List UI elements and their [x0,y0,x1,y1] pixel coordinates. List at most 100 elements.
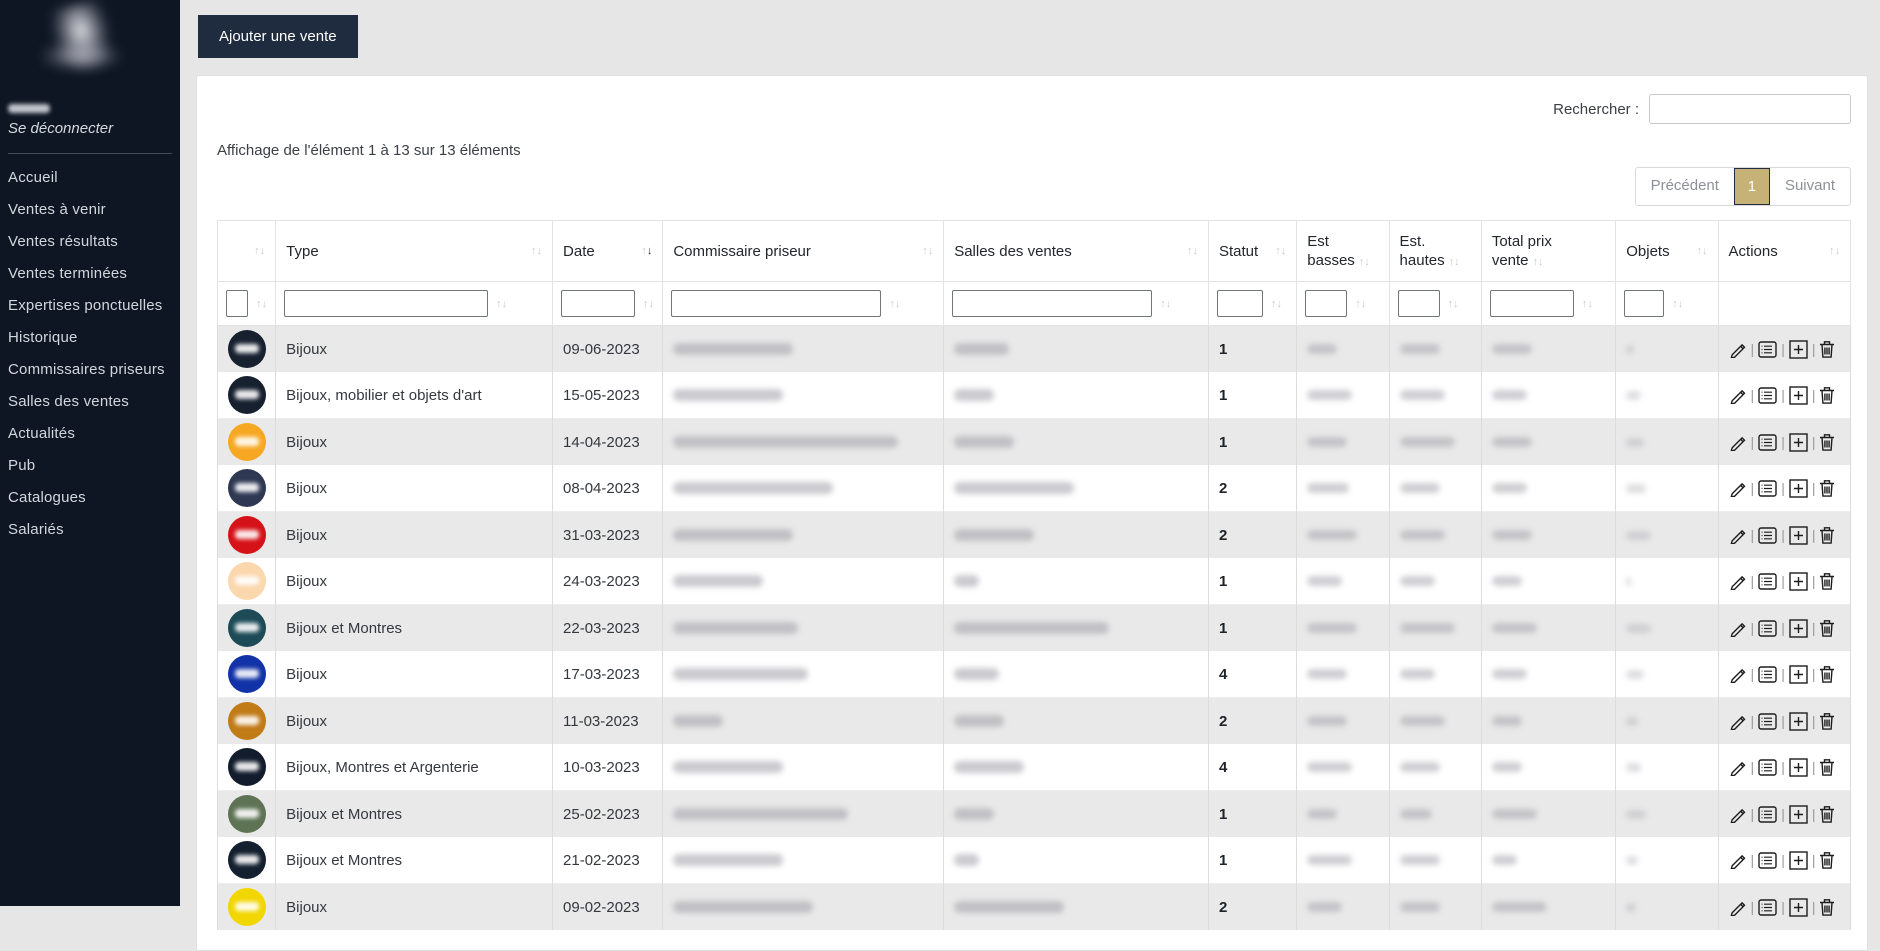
add-icon[interactable] [1789,897,1808,917]
delete-icon[interactable] [1819,619,1835,637]
sort-arrows-icon[interactable]: ↑↓ [1449,256,1460,268]
sort-arrows-icon[interactable]: ↑↓ [1355,298,1366,310]
next-page-button[interactable]: Suivant [1770,168,1850,205]
sidebar-item-historique[interactable]: Historique [8,322,180,354]
add-icon[interactable] [1789,432,1808,452]
sidebar-item-commissaires-priseurs[interactable]: Commissaires priseurs [8,354,180,386]
add-icon[interactable] [1789,525,1808,545]
delete-icon[interactable] [1819,898,1835,916]
detail-icon[interactable] [1758,758,1777,776]
sort-arrows-icon[interactable]: ↑↓ [641,245,652,257]
sidebar-item-expertises-ponctuelles[interactable]: Expertises ponctuelles [8,290,180,322]
column-header-salles-des-ventes[interactable]: Salles des ventes ↑↓ [943,220,1209,282]
edit-icon[interactable] [1729,526,1747,544]
sidebar-item-salles-des-ventes[interactable]: Salles des ventes [8,386,180,418]
current-page-button[interactable]: 1 [1733,168,1770,205]
detail-icon[interactable] [1758,340,1777,358]
sort-arrows-icon[interactable]: ↑↓ [1187,245,1198,257]
filter-input-objets[interactable] [1624,290,1665,317]
edit-icon[interactable] [1729,340,1747,358]
column-header-est-hautes[interactable]: Est. hautes ↑↓ [1388,220,1482,282]
detail-icon[interactable] [1758,433,1777,451]
column-header-total-prix-vente[interactable]: Total prix vente ↑↓ [1480,220,1617,282]
detail-icon[interactable] [1758,386,1777,404]
edit-icon[interactable] [1729,665,1747,683]
previous-page-button[interactable]: Précédent [1636,168,1734,205]
edit-icon[interactable] [1729,851,1747,869]
edit-icon[interactable] [1729,619,1747,637]
detail-icon[interactable] [1758,851,1777,869]
add-icon[interactable] [1789,385,1808,405]
filter-input-total-prix-vente[interactable] [1489,290,1574,317]
sidebar-item-actualites[interactable]: Actualités [8,418,180,450]
edit-icon[interactable] [1729,386,1747,404]
sort-arrows-icon[interactable]: ↑↓ [1697,245,1708,257]
sort-arrows-icon[interactable]: ↑↓ [1359,256,1370,268]
delete-icon[interactable] [1819,386,1835,404]
sort-arrows-icon[interactable]: ↑↓ [1448,298,1459,310]
column-header-objets[interactable]: Objets ↑↓ [1615,220,1719,282]
filter-input-sort[interactable] [226,290,249,317]
column-header-type[interactable]: Type ↑↓ [275,220,554,282]
column-header-date[interactable]: Date ↑↓ [552,220,664,282]
column-header-sort[interactable]: ↑↓ [216,220,277,282]
add-icon[interactable] [1789,478,1808,498]
delete-icon[interactable] [1819,433,1835,451]
detail-icon[interactable] [1758,805,1777,823]
edit-icon[interactable] [1729,712,1747,730]
sort-arrows-icon[interactable]: ↑↓ [1829,245,1840,257]
logout-link[interactable]: Se déconnecter [8,120,180,137]
column-header-est-basses[interactable]: Est basses ↑↓ [1296,220,1390,282]
add-icon[interactable] [1789,757,1808,777]
delete-icon[interactable] [1819,665,1835,683]
detail-icon[interactable] [1758,619,1777,637]
detail-icon[interactable] [1758,572,1777,590]
edit-icon[interactable] [1729,433,1747,451]
add-icon[interactable] [1789,664,1808,684]
edit-icon[interactable] [1729,898,1747,916]
delete-icon[interactable] [1819,479,1835,497]
sort-arrows-icon[interactable]: ↑↓ [531,245,542,257]
sort-arrows-icon[interactable]: ↑↓ [643,298,654,310]
filter-input-statut[interactable] [1217,290,1263,317]
sidebar-item-pub[interactable]: Pub [8,450,180,482]
sort-arrows-icon[interactable]: ↑↓ [496,298,507,310]
delete-icon[interactable] [1819,572,1835,590]
column-header-commissaire-priseur[interactable]: Commissaire priseur ↑↓ [662,220,945,282]
sort-arrows-icon[interactable]: ↑↓ [1275,245,1286,257]
sort-arrows-icon[interactable]: ↑↓ [1672,298,1683,310]
sidebar-item-ventes-a-venir[interactable]: Ventes à venir [8,194,180,226]
sort-arrows-icon[interactable]: ↑↓ [1271,298,1282,310]
sort-arrows-icon[interactable]: ↑↓ [254,245,265,257]
edit-icon[interactable] [1729,805,1747,823]
detail-icon[interactable] [1758,665,1777,683]
search-input[interactable] [1649,94,1851,124]
add-sale-button[interactable]: Ajouter une vente [198,15,358,58]
delete-icon[interactable] [1819,526,1835,544]
detail-icon[interactable] [1758,526,1777,544]
add-icon[interactable] [1789,618,1808,638]
sidebar-item-ventes-terminees[interactable]: Ventes terminées [8,258,180,290]
column-header-actions[interactable]: Actions ↑↓ [1717,220,1852,282]
filter-input-salles-des-ventes[interactable] [952,290,1153,317]
add-icon[interactable] [1789,711,1808,731]
delete-icon[interactable] [1819,712,1835,730]
delete-icon[interactable] [1819,758,1835,776]
delete-icon[interactable] [1819,851,1835,869]
edit-icon[interactable] [1729,479,1747,497]
detail-icon[interactable] [1758,712,1777,730]
filter-input-commissaire-priseur[interactable] [671,290,882,317]
detail-icon[interactable] [1758,479,1777,497]
column-header-statut[interactable]: Statut ↑↓ [1207,220,1298,282]
sort-arrows-icon[interactable]: ↑↓ [1160,298,1171,310]
sidebar-item-accueil[interactable]: Accueil [8,162,180,194]
add-icon[interactable] [1789,339,1808,359]
sidebar-item-catalogues[interactable]: Catalogues [8,482,180,514]
add-icon[interactable] [1789,571,1808,591]
add-icon[interactable] [1789,850,1808,870]
filter-input-date[interactable] [561,290,636,317]
filter-input-est-hautes[interactable] [1397,290,1440,317]
sort-arrows-icon[interactable]: ↑↓ [256,298,267,310]
sidebar-item-ventes-resultats[interactable]: Ventes résultats [8,226,180,258]
edit-icon[interactable] [1729,572,1747,590]
